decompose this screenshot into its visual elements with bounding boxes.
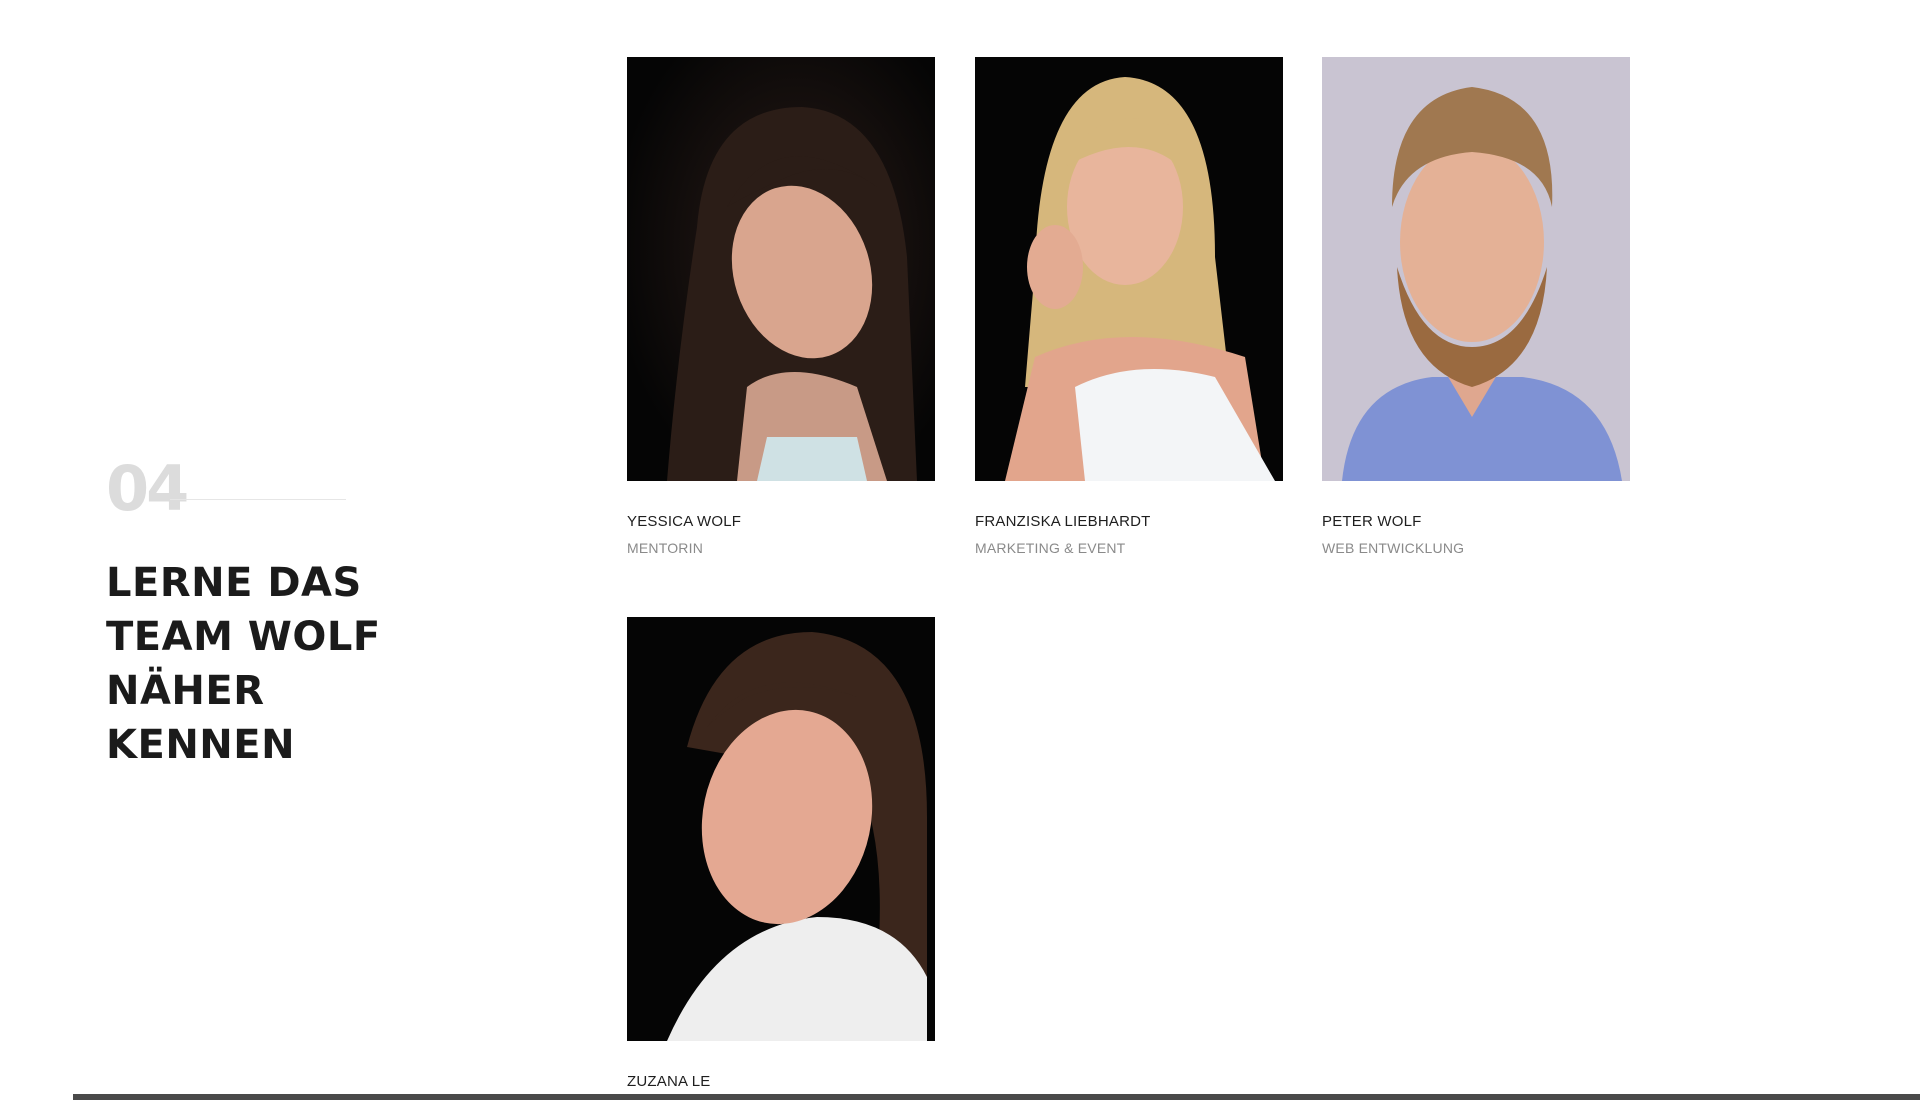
- team-member-name: FRANZISKA LIEBHARDT: [975, 513, 1151, 530]
- section-divider: [170, 499, 346, 500]
- team-member-card: PETER WOLF WEB ENTWICKLUNG: [1322, 57, 1630, 556]
- team-member-role: WEB ENTWICKLUNG: [1322, 540, 1465, 556]
- team-member-name: YESSICA WOLF: [627, 513, 742, 530]
- heading-line: KENNEN: [106, 722, 296, 768]
- team-member-card: FRANZISKA LIEBHARDT MARKETING & EVENT: [975, 57, 1283, 556]
- team-member-name: PETER WOLF: [1322, 513, 1422, 530]
- team-member-photo[interactable]: [975, 57, 1283, 481]
- team-member-card: ZUZANA LE: [627, 617, 935, 1090]
- section-number: 04: [106, 452, 189, 525]
- bottom-bar: [73, 1094, 1920, 1100]
- section-heading: LERNE DAS TEAM WOLF NÄHER KENNEN: [106, 556, 436, 772]
- heading-line: TEAM WOLF: [106, 614, 381, 660]
- team-member-role: MENTORIN: [627, 540, 704, 556]
- heading-line: LERNE DAS: [106, 560, 362, 606]
- team-member-photo[interactable]: [627, 617, 935, 1041]
- team-member-photo[interactable]: [627, 57, 935, 481]
- team-member-photo[interactable]: [1322, 57, 1630, 481]
- team-member-name: ZUZANA LE: [627, 1073, 711, 1090]
- team-member-role: MARKETING & EVENT: [975, 540, 1126, 556]
- team-member-card: YESSICA WOLF MENTORIN: [627, 57, 935, 556]
- heading-line: NÄHER: [106, 668, 265, 714]
